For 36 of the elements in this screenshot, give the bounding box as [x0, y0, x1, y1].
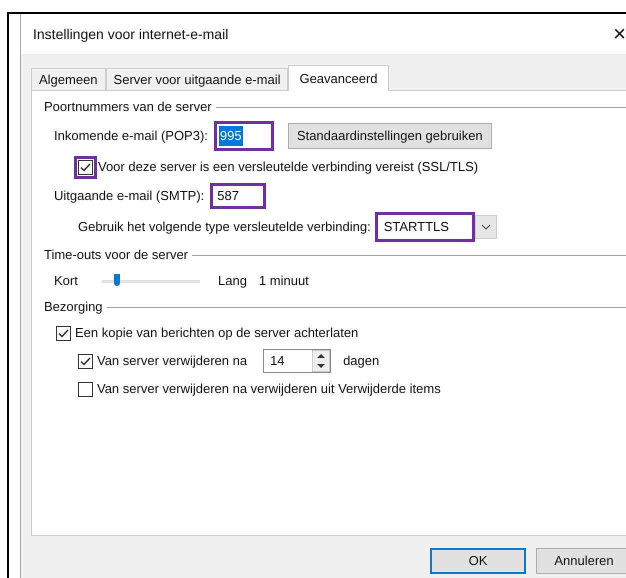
tab[interactable]: Algemeen: [31, 68, 106, 90]
days-spinbox[interactable]: 14: [263, 349, 332, 373]
field-label: Uitgaande e-mail (SMTP):: [54, 187, 204, 206]
slider-label: Lang: [218, 272, 247, 290]
checkbox[interactable]: [78, 354, 93, 368]
dropdown-button[interactable]: [474, 215, 497, 239]
group-title: Poortnummers van de server: [44, 98, 212, 116]
selected-text: 995: [218, 126, 243, 146]
checkbox-label: Van server verwijderen na: [97, 352, 248, 370]
checkbox[interactable]: [56, 326, 71, 340]
field-label: Inkomende e-mail (POP3):: [54, 127, 208, 146]
field-label: Gebruik het volgende type versleutelde verbinding:: [78, 218, 371, 236]
window-title: Instellingen voor internet-e-mail: [33, 24, 228, 44]
tab[interactable]: Server voor uitgaande e-mail: [106, 68, 288, 90]
checkbox[interactable]: [78, 382, 93, 396]
checkmark-icon: [80, 162, 91, 172]
group-title: Bezorging: [44, 298, 103, 316]
unit-label: dagen: [343, 352, 380, 370]
checkbox-label: Voor deze server is een versleutelde verbinding vereist (SSL/TLS): [98, 158, 478, 176]
dialog-button[interactable]: OK: [430, 548, 526, 574]
slider-label: Kort: [54, 272, 79, 290]
tab[interactable]: Geavanceerd: [288, 65, 389, 91]
spin-arrows-icon: [312, 350, 330, 372]
chevron-down-icon: [480, 224, 491, 230]
checkbox-label: Een kopie van berichten op de server achterlaten: [75, 324, 358, 342]
defaults-button[interactable]: Standaardinstellingen gebruiken: [288, 123, 492, 149]
timeout-slider[interactable]: [102, 274, 200, 288]
dialog-button[interactable]: Annuleren: [536, 548, 626, 574]
checkbox-label: Van server verwijderen na verwijderen uit Verwijderde items: [97, 380, 441, 398]
group-title: Time-outs voor de server: [44, 246, 188, 264]
checkmark-icon: [80, 356, 91, 366]
timeout-reading: 1 minuut: [258, 272, 309, 290]
checkbox[interactable]: [78, 160, 93, 174]
checkmark-icon: [58, 328, 69, 338]
close-button[interactable]: ×: [613, 23, 626, 45]
slider-thumb[interactable]: [114, 274, 120, 286]
